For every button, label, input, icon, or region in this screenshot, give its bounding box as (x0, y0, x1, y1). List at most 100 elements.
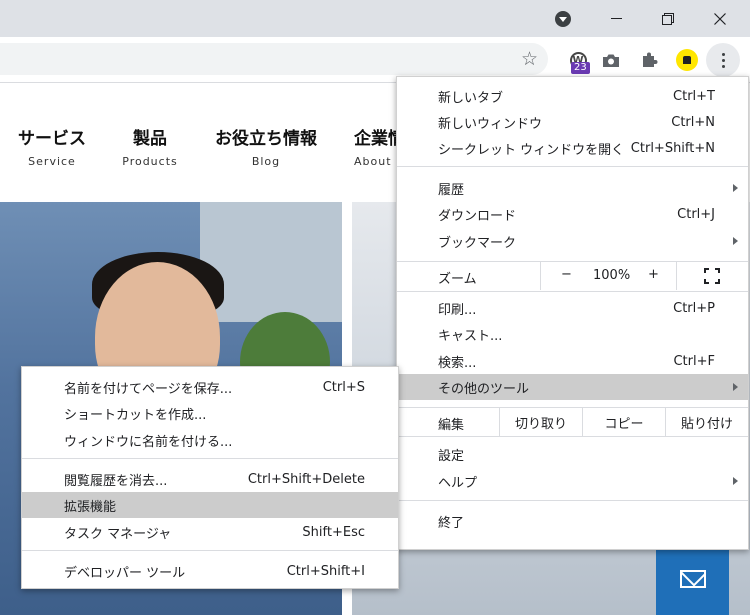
menu-item-settings[interactable]: 設定 (397, 441, 748, 467)
title-bar (0, 0, 750, 37)
menu-item-label: タスク マネージャ (64, 526, 172, 542)
mail-icon (679, 570, 706, 588)
chevron-right-icon (733, 383, 738, 391)
zoom-in-button[interactable]: + (648, 267, 659, 282)
menu-divider (22, 458, 398, 459)
menu-item-label: 新しいタブ (438, 90, 504, 106)
profile-extension-button[interactable] (672, 45, 702, 75)
menu-item-label: ショートカットを作成... (64, 407, 207, 423)
menu-divider (22, 550, 398, 551)
tab-search-button[interactable] (540, 0, 586, 37)
menu-item-new-tab[interactable]: 新しいタブ Ctrl+T (397, 83, 748, 109)
edit-row: 編集 切り取り コピー 貼り付け (397, 408, 748, 436)
wordpress-extension-button[interactable]: W 23 (563, 45, 593, 75)
zoom-controls: − 100% + (540, 262, 677, 290)
nav-item-products[interactable]: 製品 Products (120, 124, 180, 168)
menu-item-label: キャスト... (438, 328, 503, 344)
menu-item-label: 拡張機能 (64, 499, 117, 515)
menu-divider (397, 166, 748, 167)
menu-item-shortcut: Ctrl+Shift+I (286, 563, 365, 579)
restore-icon (662, 12, 674, 25)
minimize-icon (610, 18, 622, 19)
chevron-right-icon (733, 477, 738, 485)
chrome-menu-button[interactable] (706, 43, 740, 77)
profile-icon (676, 49, 698, 71)
restore-button[interactable] (645, 0, 691, 37)
menu-item-label: ブックマーク (438, 235, 517, 251)
address-bar[interactable]: ☆ (0, 43, 548, 75)
nav-item-blog[interactable]: お役立ち情報 Blog (212, 124, 320, 168)
menu-item-incognito[interactable]: シークレット ウィンドウを開く Ctrl+Shift+N (397, 135, 748, 161)
menu-item-bookmarks[interactable]: ブックマーク (397, 228, 748, 254)
chevron-down-icon (555, 10, 571, 27)
fullscreen-icon[interactable] (704, 268, 720, 284)
menu-item-label: 閲覧履歴を消去... (64, 473, 168, 489)
menu-item-more-tools[interactable]: その他のツール (397, 374, 748, 400)
menu-item-history[interactable]: 履歴 (397, 175, 748, 201)
menu-item-shortcut: Ctrl+Shift+N (630, 140, 715, 156)
star-icon[interactable]: ☆ (521, 48, 538, 70)
camera-extension-button[interactable] (596, 45, 626, 75)
submenu-item-extensions[interactable]: 拡張機能 (22, 492, 398, 518)
nav-label-en: Service (28, 155, 76, 168)
menu-item-new-window[interactable]: 新しいウィンドウ Ctrl+N (397, 109, 748, 135)
menu-item-find[interactable]: 検索... Ctrl+F (397, 348, 748, 374)
submenu-item-clear-browsing-data[interactable]: 閲覧履歴を消去... Ctrl+Shift+Delete (22, 466, 398, 492)
copy-button[interactable]: コピー (582, 408, 665, 436)
puzzle-icon (643, 52, 658, 67)
menu-item-cast[interactable]: キャスト... (397, 321, 748, 347)
zoom-label: ズーム (438, 272, 477, 287)
zoom-out-button[interactable]: − (561, 267, 572, 282)
submenu-item-developer-tools[interactable]: デベロッパー ツール Ctrl+Shift+I (22, 558, 398, 584)
paste-button[interactable]: 貼り付け (665, 408, 748, 436)
menu-item-shortcut: Ctrl+T (673, 88, 715, 104)
menu-item-label: 新しいウィンドウ (438, 116, 543, 132)
menu-item-shortcut: Shift+Esc (302, 524, 365, 540)
nav-item-service[interactable]: サービス Service (16, 124, 88, 168)
menu-item-label: 検索... (438, 355, 477, 371)
close-button[interactable] (697, 0, 743, 37)
submenu-item-create-shortcut[interactable]: ショートカットを作成... (22, 400, 398, 426)
zoom-value: 100% (593, 268, 631, 283)
menu-item-label: ウィンドウに名前を付ける... (64, 434, 233, 450)
menu-item-shortcut: Ctrl+J (677, 206, 715, 222)
submenu-item-save-page[interactable]: 名前を付けてページを保存... Ctrl+S (22, 374, 398, 400)
menu-divider (397, 436, 748, 437)
menu-item-label: ヘルプ (438, 475, 478, 491)
menu-item-shortcut: Ctrl+N (671, 114, 715, 130)
chevron-right-icon (733, 184, 738, 192)
chrome-main-menu: 新しいタブ Ctrl+T 新しいウィンドウ Ctrl+N シークレット ウィンドウを… (396, 76, 749, 550)
menu-item-shortcut: Ctrl+P (673, 300, 715, 316)
menu-item-label: その他のツール (438, 381, 530, 397)
minimize-button[interactable] (593, 0, 639, 37)
close-icon (714, 12, 726, 25)
cut-button[interactable]: 切り取り (499, 408, 582, 436)
nav-label-en: Products (122, 155, 178, 168)
nav-label-jp: 製品 (133, 129, 167, 149)
menu-item-help[interactable]: ヘルプ (397, 468, 748, 494)
camera-icon (603, 54, 619, 67)
menu-item-label: ダウンロード (438, 208, 517, 224)
menu-item-label: 終了 (438, 515, 465, 531)
menu-item-label: 印刷... (438, 302, 477, 318)
contact-mail-button[interactable] (656, 543, 729, 615)
nav-label-en: Blog (251, 155, 281, 168)
zoom-row: ズーム − 100% + (397, 262, 748, 290)
extensions-button[interactable] (634, 45, 664, 75)
submenu-item-name-window[interactable]: ウィンドウに名前を付ける... (22, 427, 398, 453)
edit-label: 編集 (438, 418, 465, 433)
submenu-item-task-manager[interactable]: タスク マネージャ Shift+Esc (22, 519, 398, 545)
extension-badge: 23 (571, 62, 590, 74)
more-vert-icon (721, 52, 725, 68)
menu-divider (397, 500, 748, 501)
menu-item-label: デベロッパー ツール (64, 565, 186, 581)
menu-item-exit[interactable]: 終了 (397, 508, 748, 534)
menu-item-shortcut: Ctrl+S (322, 379, 365, 395)
menu-item-downloads[interactable]: ダウンロード Ctrl+J (397, 201, 748, 227)
menu-item-shortcut: Ctrl+F (673, 353, 715, 369)
more-tools-submenu: 名前を付けてページを保存... Ctrl+S ショートカットを作成... ウィンド… (21, 366, 399, 589)
nav-label-jp: サービス (18, 129, 86, 149)
menu-item-label: 設定 (438, 448, 465, 464)
menu-divider (397, 291, 748, 292)
menu-item-print[interactable]: 印刷... Ctrl+P (397, 295, 748, 321)
